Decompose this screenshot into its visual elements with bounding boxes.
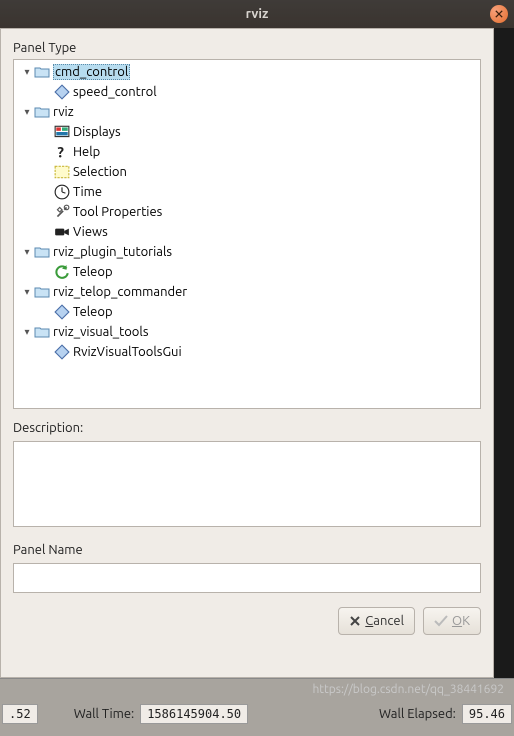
ok-icon <box>434 615 448 627</box>
tree-item[interactable]: ▾ cmd_control <box>14 62 480 82</box>
title-bar: rviz <box>0 0 514 28</box>
tree-item[interactable]: ▾ rviz <box>14 102 480 122</box>
cancel-button[interactable]: Cancel <box>338 607 415 635</box>
tree-item[interactable]: ? Help <box>14 142 480 162</box>
close-icon <box>495 10 503 18</box>
tools-icon <box>54 204 70 220</box>
diamond-icon <box>54 344 70 360</box>
tree-item-label: Displays <box>73 125 121 139</box>
status-bar: https://blog.csdn.net/qq_38441692 .52 Wa… <box>0 678 514 736</box>
tree-item-label: rviz_telop_commander <box>53 285 187 299</box>
tree-item-label: Help <box>73 145 100 159</box>
description-box <box>13 441 481 527</box>
tree-item-label: cmd_control <box>53 64 130 80</box>
tree-item-label: RvizVisualToolsGui <box>73 345 182 359</box>
tree-item[interactable]: ▾ rviz_visual_tools <box>14 322 480 342</box>
tree-item-label: Tool Properties <box>73 205 162 219</box>
clock-icon <box>54 184 70 200</box>
ok-button[interactable]: OK <box>423 607 481 635</box>
folder-icon <box>34 284 50 300</box>
tree-item-label: rviz_visual_tools <box>53 325 148 339</box>
description-label: Description: <box>13 421 481 435</box>
folder-icon <box>34 324 50 340</box>
dialog: Panel Type ▾ cmd_control speed_control ▾ rvi… <box>0 28 494 678</box>
tree-item[interactable]: Tool Properties <box>14 202 480 222</box>
tree-item[interactable]: Teleop <box>14 302 480 322</box>
wall-time-value: 1586145904.50 <box>140 704 248 724</box>
tree-item[interactable]: Views <box>14 222 480 242</box>
cancel-icon <box>349 615 361 627</box>
tree-item-label: Views <box>73 225 108 239</box>
expand-arrow-icon[interactable]: ▾ <box>20 286 34 298</box>
tree-item[interactable]: ▾ rviz_telop_commander <box>14 282 480 302</box>
tree-item[interactable]: ▾ rviz_plugin_tutorials <box>14 242 480 262</box>
panel-type-tree[interactable]: ▾ cmd_control speed_control ▾ rviz Displays? H… <box>13 59 481 409</box>
folder-icon <box>34 104 50 120</box>
svg-text:?: ? <box>57 144 64 160</box>
panel-type-label: Panel Type <box>13 41 481 55</box>
tree-item[interactable]: Selection <box>14 162 480 182</box>
expand-arrow-icon[interactable]: ▾ <box>20 246 34 258</box>
expand-arrow-icon[interactable]: ▾ <box>20 326 34 338</box>
tree-item[interactable]: RvizVisualToolsGui <box>14 342 480 362</box>
tree-item-label: Teleop <box>73 305 113 319</box>
tree-item-label: speed_control <box>73 85 157 99</box>
wall-time-label: Wall Time: <box>70 707 139 721</box>
expand-arrow-icon[interactable]: ▾ <box>20 106 34 118</box>
tree-item-label: Teleop <box>73 265 113 279</box>
wall-elapsed-label: Wall Elapsed: <box>375 707 460 721</box>
diamond-icon <box>54 304 70 320</box>
tree-item-label: rviz <box>53 105 74 119</box>
background-edge <box>494 28 514 678</box>
tree-item[interactable]: Teleop <box>14 262 480 282</box>
window-close-button[interactable] <box>490 5 508 23</box>
diamond-icon <box>54 84 70 100</box>
watermark-text: https://blog.csdn.net/qq_38441692 <box>0 679 514 700</box>
tree-item[interactable]: Time <box>14 182 480 202</box>
tree-item-label: rviz_plugin_tutorials <box>53 245 172 259</box>
folder-icon <box>34 244 50 260</box>
panel-name-input[interactable] <box>13 563 481 593</box>
selection-icon <box>54 164 70 180</box>
tree-item-label: Selection <box>73 165 127 179</box>
folder-icon <box>34 64 50 80</box>
wall-elapsed-value: 95.46 <box>462 704 512 724</box>
panel-name-label: Panel Name <box>13 543 481 557</box>
tree-item-label: Time <box>73 185 102 199</box>
expand-arrow-icon[interactable]: ▾ <box>20 66 34 78</box>
refresh-icon <box>54 264 70 280</box>
displays-icon <box>54 124 70 140</box>
views-icon <box>54 224 70 240</box>
window-title: rviz <box>6 7 508 21</box>
tree-item[interactable]: Displays <box>14 122 480 142</box>
tree-item[interactable]: speed_control <box>14 82 480 102</box>
status-left-value: .52 <box>2 704 38 724</box>
help-icon: ? <box>54 144 70 160</box>
